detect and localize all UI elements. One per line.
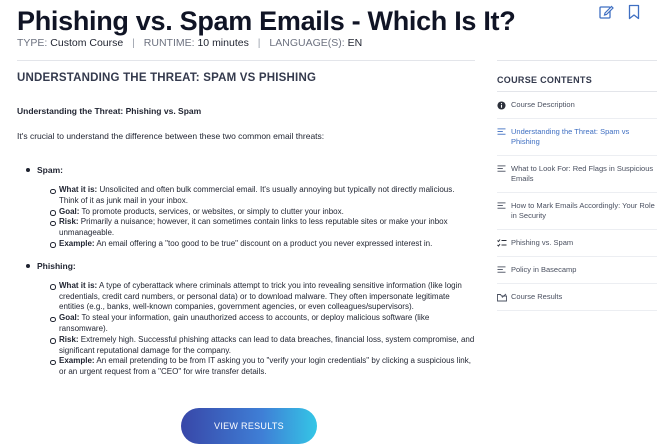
course-content: UNDERSTANDING THE THREAT: SPAM VS PHISHI… [17,60,475,389]
description: Extremely high. Successful phishing atta… [59,334,475,355]
meta-separator: | [257,37,261,49]
list-item: Risk: Extremely high. Successful phishin… [37,335,475,357]
sidebar-item-course-results[interactable]: Course Results [497,284,657,311]
view-results-button[interactable]: VIEW RESULTS [181,408,317,444]
group-label: Spam: [37,165,63,175]
sidebar-item-label: What to Look For: Red Flags in Suspiciou… [511,164,654,183]
term: Risk: [59,217,79,227]
language-value: EN [347,37,363,49]
spam-details: What it is: Unsolicited and often bulk c… [37,185,475,250]
page-title: Phishing vs. Spam Emails - Which Is It? [17,6,516,36]
sidebar-item-label: Policy in Basecamp [511,265,577,274]
list-item: Risk: Primarily a nuisance; however, it … [37,217,475,239]
list-item: What it is: A type of cyberattack where … [37,281,475,313]
runtime-label: RUNTIME: [143,37,195,49]
term: Example: [59,356,95,366]
phishing-details: What it is: A type of cyberattack where … [37,281,475,378]
term: Goal: [59,313,80,323]
lines-icon [497,265,511,275]
term: What it is: [59,280,98,290]
list-item: Example: An email offering a "too good t… [37,239,475,250]
list-item-spam: Spam: What it is: Unsolicited and often … [17,165,475,250]
description: To steal your information, gain unauthor… [59,313,430,333]
description: Primarily a nuisance; however, it can so… [59,217,448,238]
sidebar-item-label: Phishing vs. Spam [511,238,574,247]
type-value: Custom Course [50,37,124,49]
term: What it is: [59,185,98,194]
sidebar-item-phishing-vs-spam[interactable]: Phishing vs. Spam [497,230,657,257]
description: Unsolicited and often bulk commercial em… [59,185,455,205]
sidebar-item-what-to-look-for[interactable]: What to Look For: Red Flags in Suspiciou… [497,156,657,193]
list-item: What it is: Unsolicited and often bulk c… [37,185,475,207]
description: An email pretending to be from IT asking… [59,356,471,377]
description: An email offering a "too good to be true… [96,238,433,248]
term: Risk: [59,334,79,344]
sidebar-item-course-description[interactable]: Course Description [497,92,657,119]
sidebar-item-understanding-the-threat[interactable]: Understanding the Threat: Spam vs Phishi… [497,119,657,156]
course-contents-sidebar: COURSE CONTENTS Course Description Under… [497,60,657,311]
course-meta: TYPE: Custom Course | RUNTIME: 10 minute… [17,37,362,49]
list-item: Goal: To promote products, services, or … [37,207,475,218]
language-label: LANGUAGE(S): [269,37,345,49]
list-item-phishing: Phishing: What it is: A type of cyberatt… [17,261,475,378]
lines-icon [497,201,511,211]
description: A type of cyberattack where criminals at… [59,280,462,312]
divider [17,60,475,61]
page-header: Phishing vs. Spam Emails - Which Is It? … [17,0,657,56]
type-label: TYPE: [17,37,48,49]
lines-icon [497,127,511,137]
threat-list: Spam: What it is: Unsolicited and often … [17,165,475,378]
sidebar-title: COURSE CONTENTS [497,75,593,85]
lines-icon [497,164,511,174]
quiz-icon [497,238,511,248]
list-item: Example: An email pretending to be from … [37,356,475,378]
sub-heading: Understanding the Threat: Phishing vs. S… [17,106,202,116]
sidebar-item-policy-in-basecamp[interactable]: Policy in Basecamp [497,257,657,284]
divider [497,60,657,61]
sidebar-item-label: Course Results [511,292,563,301]
sidebar-item-label: Understanding the Threat: Spam vs Phishi… [511,127,630,146]
edit-icon[interactable] [598,4,614,20]
term: Example: [59,238,95,248]
list-item: Goal: To steal your information, gain un… [37,313,475,335]
sidebar-item-label: How to Mark Emails Accordingly: Your Rol… [511,201,655,220]
runtime-value: 10 minutes [197,37,249,49]
intro-text: It's crucial to understand the differenc… [17,131,325,141]
results-icon [497,292,511,302]
section-heading: UNDERSTANDING THE THREAT: SPAM VS PHISHI… [17,72,317,84]
group-label: Phishing: [37,260,76,271]
sidebar-item-label: Course Description [511,100,575,109]
meta-separator: | [132,37,135,49]
bookmark-icon[interactable] [626,4,642,20]
sidebar-item-how-to-mark-emails[interactable]: How to Mark Emails Accordingly: Your Rol… [497,193,657,230]
description: To promote products, services, or websit… [81,206,344,216]
term: Goal: [59,206,80,216]
info-icon [497,100,511,110]
